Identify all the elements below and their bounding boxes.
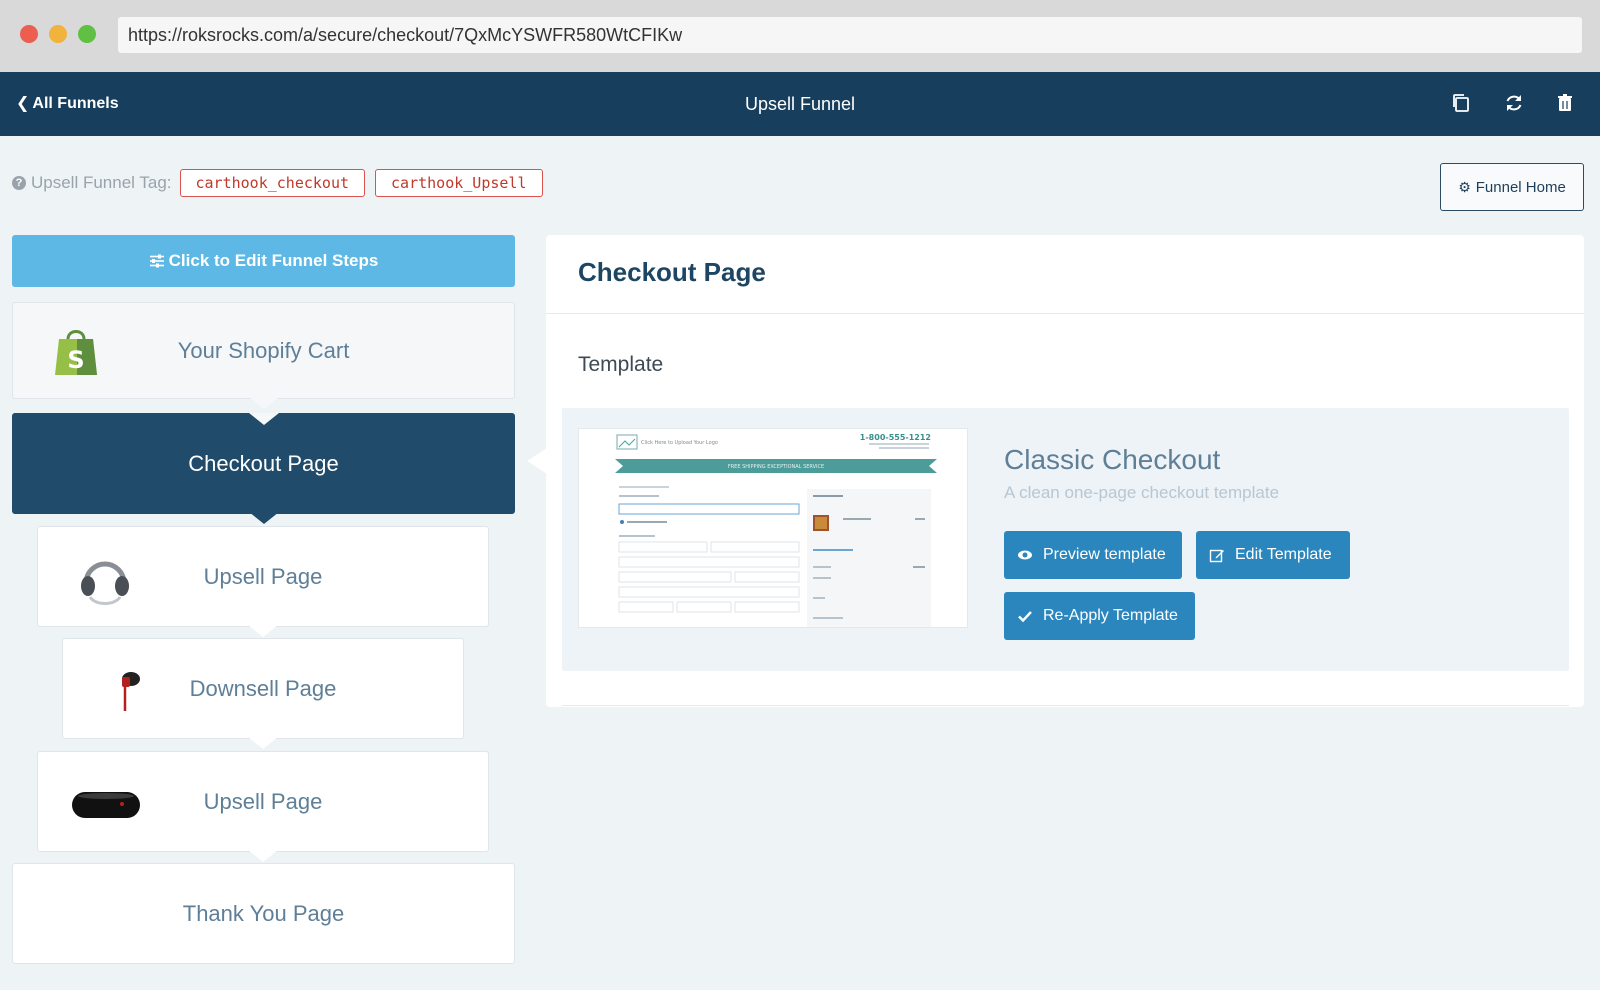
detail-title: Checkout Page bbox=[578, 257, 766, 287]
copy-icon[interactable] bbox=[1450, 92, 1472, 114]
funnel-step-upsell-2[interactable]: Upsell Page bbox=[37, 751, 489, 862]
svg-text:Click Here to Upload Your Logo: Click Here to Upload Your Logo bbox=[641, 440, 718, 446]
address-bar[interactable]: https://roksrocks.com/a/secure/checkout/… bbox=[118, 17, 1582, 53]
edit-funnel-steps-button[interactable]: Click to Edit Funnel Steps bbox=[12, 235, 515, 287]
template-preview-image[interactable]: Click Here to Upload Your Logo 1-800-555… bbox=[578, 428, 968, 628]
step-label: Checkout Page bbox=[188, 450, 339, 476]
step-label: Your Shopify Cart bbox=[177, 337, 350, 363]
funnel-home-label: Funnel Home bbox=[1475, 178, 1566, 196]
page-title: Upsell Funnel bbox=[744, 94, 856, 114]
edit-template-label: Edit Template bbox=[1235, 546, 1332, 563]
funnel-home-button[interactable]: ⚙ Funnel Home bbox=[1440, 163, 1584, 211]
top-nav: ❮ All Funnels Upsell Funnel bbox=[0, 72, 1600, 136]
reapply-template-button[interactable]: Re-Apply Template bbox=[1004, 592, 1195, 640]
reapply-template-label: Re-Apply Template bbox=[1043, 607, 1178, 624]
browser-chrome: https://roksrocks.com/a/secure/checkout/… bbox=[0, 0, 1600, 73]
all-funnels-label: All Funnels bbox=[32, 95, 119, 112]
template-section-label: Template bbox=[578, 353, 664, 376]
minimize-window-button[interactable] bbox=[49, 25, 67, 43]
gear-icon: ⚙ bbox=[1458, 178, 1471, 195]
step-label: Downsell Page bbox=[189, 675, 337, 701]
edit-funnel-steps-label: Click to Edit Funnel Steps bbox=[168, 251, 379, 270]
help-icon[interactable]: ? bbox=[12, 176, 26, 190]
preview-template-label: Preview template bbox=[1043, 546, 1166, 563]
preview-template-button[interactable]: Preview template bbox=[1004, 531, 1182, 579]
step-detail-card: Checkout Page Template Click Here to Upl… bbox=[546, 235, 1584, 707]
edit-icon bbox=[1209, 549, 1224, 563]
template-description: A clean one-page checkout template bbox=[1004, 483, 1280, 502]
step-label: Upsell Page bbox=[203, 563, 323, 589]
all-funnels-link[interactable]: ❮ All Funnels bbox=[16, 72, 119, 136]
chevron-left-icon: ❮ bbox=[16, 95, 30, 112]
refresh-icon[interactable] bbox=[1503, 92, 1525, 114]
funnel-tag[interactable]: carthook_Upsell bbox=[375, 169, 543, 197]
template-panel: Click Here to Upload Your Logo 1-800-555… bbox=[562, 408, 1569, 671]
funnel-step-checkout[interactable]: Checkout Page bbox=[12, 413, 515, 524]
browser-window: https://roksrocks.com/a/secure/checkout/… bbox=[0, 0, 1600, 990]
funnel-step-shopify-cart[interactable]: S Your Shopify Cart bbox=[12, 302, 515, 409]
funnel-tag-row: ? Upsell Funnel Tag: carthook_checkout c… bbox=[12, 168, 553, 198]
funnel-tag[interactable]: carthook_checkout bbox=[179, 169, 366, 197]
eye-icon bbox=[1018, 550, 1032, 560]
trash-icon[interactable] bbox=[1554, 92, 1576, 114]
funnel-step-thank-you[interactable]: Thank You Page bbox=[12, 863, 515, 964]
check-icon bbox=[1018, 611, 1032, 623]
svg-text:1-800-555-1212: 1-800-555-1212 bbox=[860, 433, 931, 442]
funnel-tag-label: Upsell Funnel Tag: bbox=[31, 173, 172, 192]
template-name: Classic Checkout bbox=[1004, 444, 1221, 475]
step-label: Thank You Page bbox=[182, 900, 345, 926]
sliders-icon bbox=[149, 254, 164, 268]
edit-template-button[interactable]: Edit Template bbox=[1196, 531, 1350, 579]
svg-text:FREE SHIPPING EXCEPTIONAL SERV: FREE SHIPPING EXCEPTIONAL SERVICE bbox=[728, 464, 824, 470]
maximize-window-button[interactable] bbox=[78, 25, 96, 43]
close-window-button[interactable] bbox=[20, 25, 38, 43]
funnel-step-upsell-1[interactable]: Upsell Page bbox=[37, 526, 489, 637]
step-label: Upsell Page bbox=[203, 788, 323, 814]
funnel-step-downsell[interactable]: Downsell Page bbox=[62, 638, 464, 749]
